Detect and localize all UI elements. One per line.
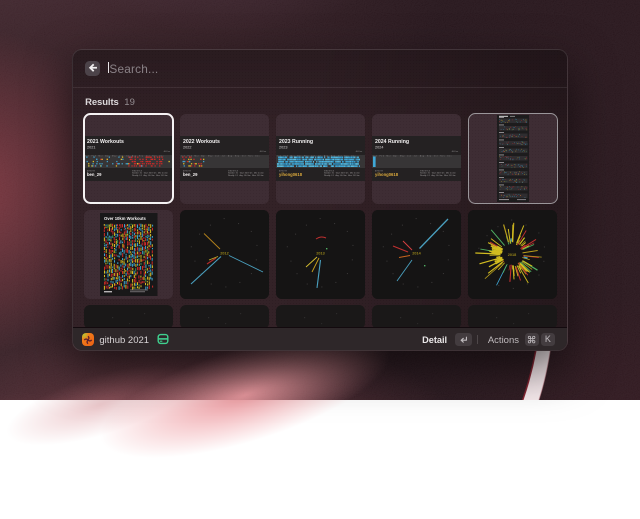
svg-text:2013: 2013 [317,251,325,255]
svg-text:2014: 2014 [413,251,422,255]
svg-text:2018: 2018 [508,252,516,256]
svg-text:Over 10km Workouts: Over 10km Workouts [104,216,146,221]
svg-text:2012: 2012 [221,251,229,255]
